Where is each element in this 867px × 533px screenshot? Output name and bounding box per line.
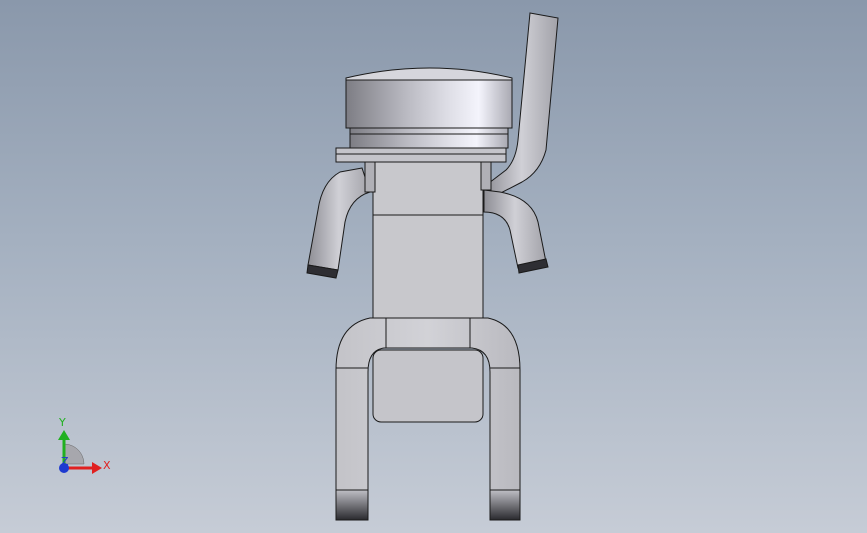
cap-groove <box>349 127 509 149</box>
center-body <box>372 159 484 326</box>
inner-window <box>372 349 484 423</box>
model-viewport[interactable] <box>0 0 867 533</box>
right-upper-arm <box>483 189 547 269</box>
axis-triad[interactable]: Y X Z <box>48 410 118 480</box>
body-right-face <box>480 159 492 191</box>
left-upper-arm <box>307 167 371 271</box>
y-axis-head <box>58 430 70 440</box>
right-lead-tip <box>489 489 521 521</box>
body-left-face <box>364 159 376 193</box>
cap-cylinder <box>345 79 513 129</box>
left-lead-tip <box>335 489 369 521</box>
z-axis-label: Z <box>61 455 69 468</box>
cap-flange <box>335 147 507 163</box>
terminal-part-model <box>306 12 559 521</box>
x-axis-label: X <box>103 459 111 472</box>
x-axis-head <box>92 462 102 474</box>
y-axis-label: Y <box>58 416 66 429</box>
